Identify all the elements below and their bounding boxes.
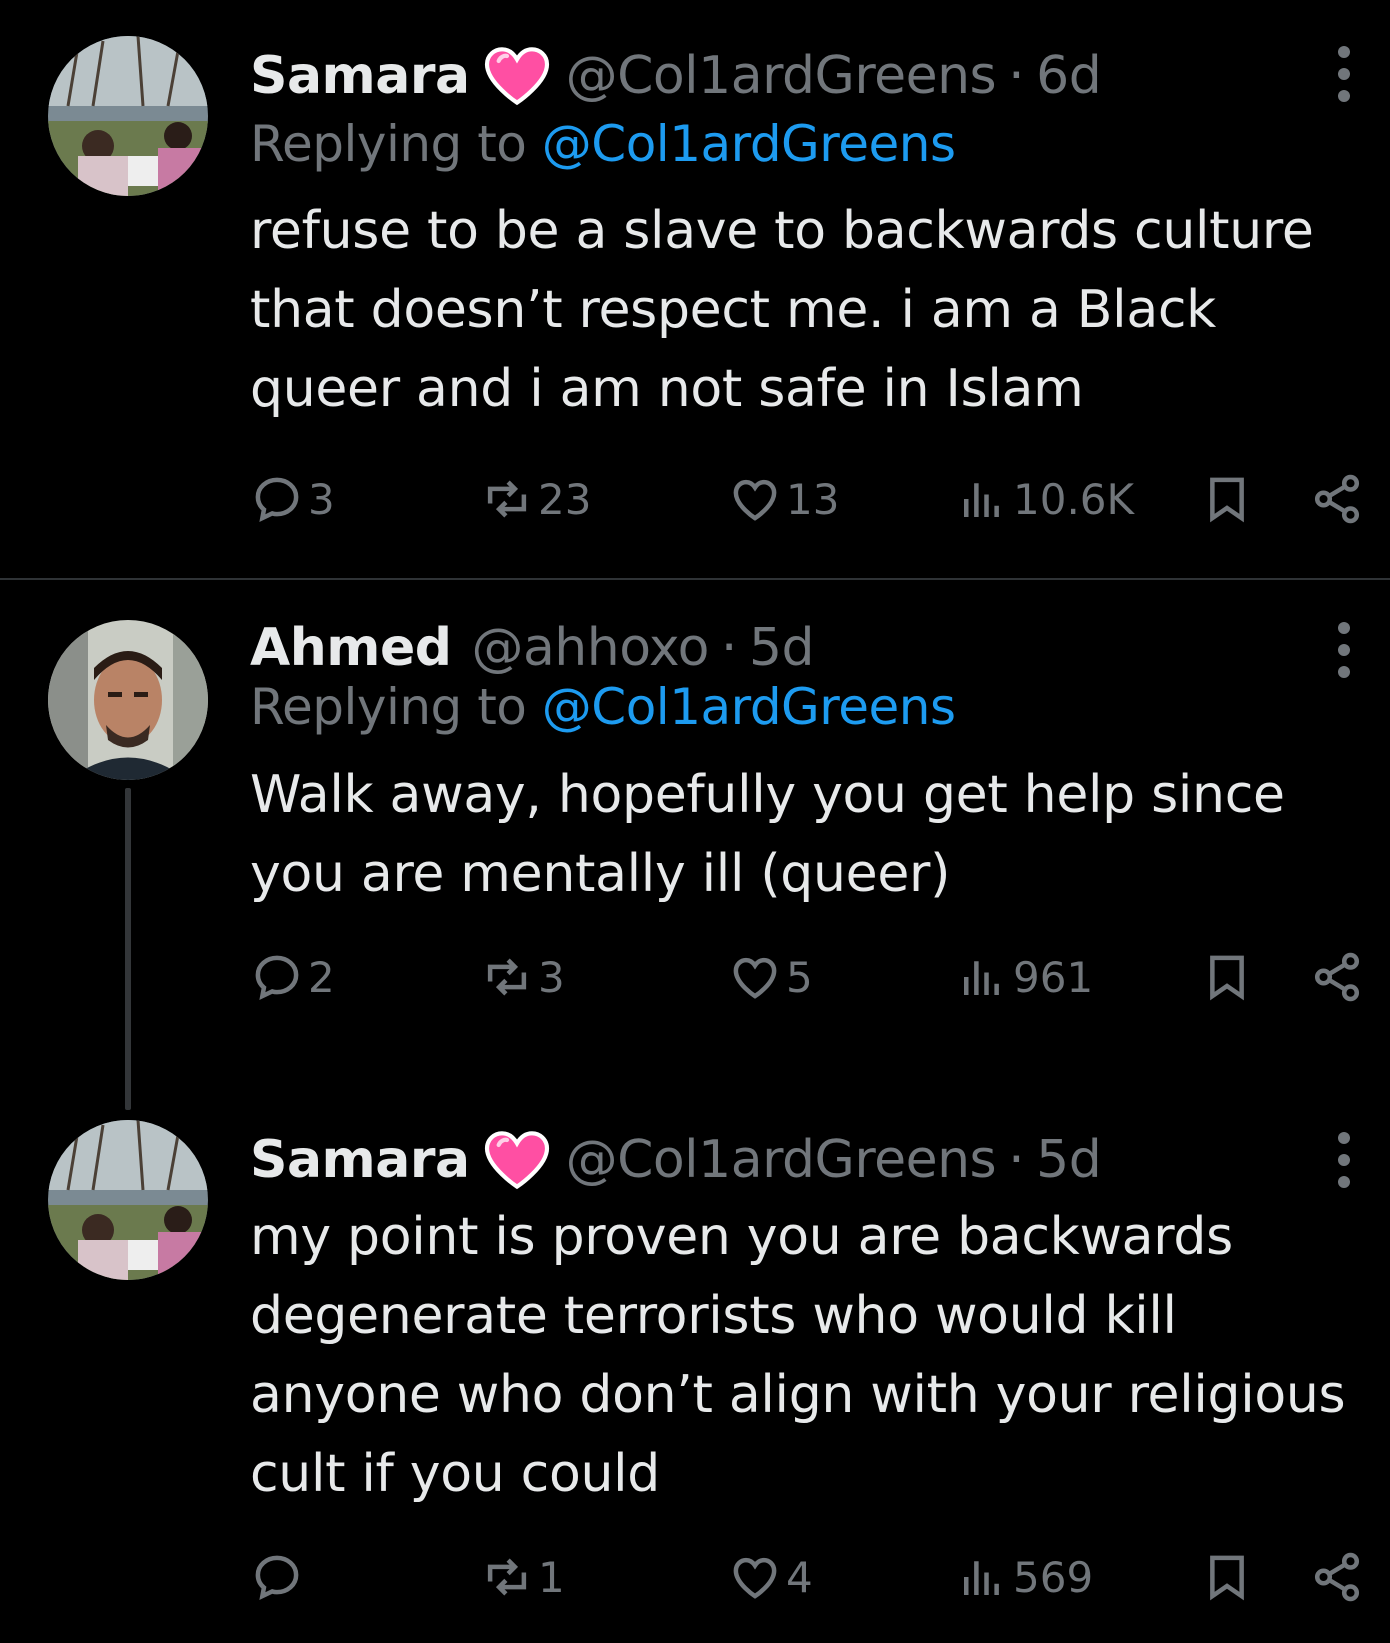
replying-to: Replying to @Col1ardGreens [250,115,956,173]
more-options-icon[interactable] [1338,1132,1352,1188]
like-button[interactable]: 13 [728,472,839,526]
action-bar: 3 23 13 10.6K [250,472,1370,542]
views-icon [955,950,1009,1004]
avatar-photo [48,36,208,196]
display-name[interactable]: Samara [250,1130,470,1190]
tweet-text: refuse to be a slave to backwards cultur… [250,201,1314,419]
avatar[interactable] [48,620,208,780]
views-icon [955,472,1009,526]
separator-dot: · [1008,1130,1025,1190]
reply-button[interactable]: 2 [250,950,335,1004]
like-count: 5 [786,952,813,1002]
more-options-icon[interactable] [1338,46,1352,102]
bookmark-button[interactable] [1200,950,1254,1004]
share-icon [1310,1550,1364,1604]
thread-connector-line [125,788,131,1110]
user-handle[interactable]: @Col1ardGreens [566,46,997,106]
view-count: 10.6K [1013,474,1135,524]
tweet-header: Samara @Col1ardGreens · 6d [250,40,1102,112]
share-icon [1310,472,1364,526]
reply-count: 2 [308,952,335,1002]
repost-button[interactable]: 23 [480,472,591,526]
avatar-photo [48,1120,208,1280]
share-icon [1310,950,1364,1004]
views-button[interactable]: 10.6K [955,472,1134,526]
reply-icon [250,1550,304,1604]
repost-count: 1 [538,1552,565,1602]
timestamp[interactable]: 6d [1036,46,1102,106]
tweet-header: Samara @Col1ardGreens · 5d [250,1124,1102,1196]
mention-link[interactable]: @Col1ardGreens [542,115,956,173]
avatar[interactable] [48,1120,208,1280]
share-button[interactable] [1310,472,1364,526]
reply-button[interactable]: 3 [250,472,335,526]
display-name[interactable]: Samara [250,46,470,106]
replying-to-label: Replying to [250,678,527,736]
views-button[interactable]: 961 [955,950,1093,1004]
like-icon [728,950,782,1004]
tweet-1[interactable]: Samara @Col1ardGreens · 6d Replying to @… [0,0,1390,580]
timestamp[interactable]: 5d [1036,1130,1102,1190]
replying-to-label: Replying to [250,115,527,173]
repost-button[interactable]: 3 [480,950,565,1004]
mention-link[interactable]: @Col1ardGreens [542,678,956,736]
reply-icon [250,472,304,526]
repost-icon [480,950,534,1004]
view-count: 569 [1013,1552,1094,1602]
bookmark-icon [1200,950,1254,1004]
reply-count: 3 [308,474,335,524]
pink-heart-icon [482,46,552,106]
user-handle[interactable]: @ahhoxo [471,618,709,678]
bookmark-icon [1200,472,1254,526]
more-options-icon[interactable] [1338,622,1352,678]
bookmark-icon [1200,1550,1254,1604]
views-button[interactable]: 569 [955,1550,1093,1604]
like-button[interactable]: 5 [728,950,813,1004]
views-icon [955,1550,1009,1604]
repost-button[interactable]: 1 [480,1550,565,1604]
like-button[interactable]: 4 [728,1550,813,1604]
repost-icon [480,1550,534,1604]
action-bar: 2 3 5 961 [250,950,1370,1020]
avatar[interactable] [48,36,208,196]
bookmark-button[interactable] [1200,472,1254,526]
view-count: 961 [1013,952,1094,1002]
tweet-2[interactable]: Ahmed @ahhoxo · 5d Replying to @Col1ardG… [0,580,1390,1120]
like-count: 13 [786,474,840,524]
share-button[interactable] [1310,1550,1364,1604]
avatar-photo [48,620,208,780]
separator-dot: · [1008,46,1025,106]
repost-count: 23 [538,474,592,524]
share-button[interactable] [1310,950,1364,1004]
reply-button[interactable] [250,1550,308,1604]
tweet-text: my point is proven you are backwards deg… [250,1207,1346,1504]
timestamp[interactable]: 5d [749,618,815,678]
reply-icon [250,950,304,1004]
replying-to: Replying to @Col1ardGreens [250,678,956,736]
action-bar: 1 4 569 [250,1550,1370,1620]
user-handle[interactable]: @Col1ardGreens [566,1130,997,1190]
tweet-3[interactable]: Samara @Col1ardGreens · 5d my point is p… [0,1110,1390,1643]
repost-icon [480,472,534,526]
like-count: 4 [786,1552,813,1602]
repost-count: 3 [538,952,565,1002]
like-icon [728,472,782,526]
tweet-text: Walk away, hopefully you get help since … [250,765,1285,904]
bookmark-button[interactable] [1200,1550,1254,1604]
like-icon [728,1550,782,1604]
separator-dot: · [720,618,738,678]
display-name[interactable]: Ahmed [250,618,452,678]
tweet-header: Ahmed @ahhoxo · 5d [250,612,815,684]
pink-heart-icon [482,1130,552,1190]
